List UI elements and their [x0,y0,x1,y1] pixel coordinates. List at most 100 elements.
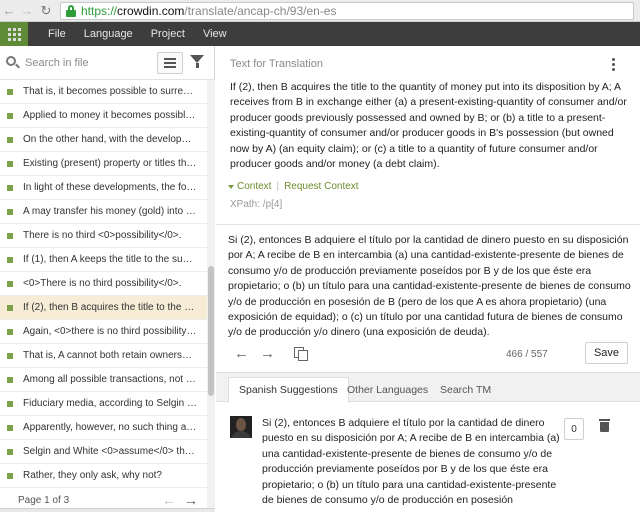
list-item[interactable]: Apparently, however, no such thing as "m… [0,416,207,440]
translation-textarea[interactable]: Si (2), entonces B adquiere el título po… [228,233,632,341]
list-item[interactable]: If (2), then B acquires the title to the… [0,296,207,320]
translated-status-icon [7,376,13,383]
char-counter: 466 / 557 [506,349,548,360]
string-text: Selgin and White <0>assume</0> the exi..… [23,446,197,457]
source-text: If (2), then B acquires the title to the… [230,81,627,171]
request-context-link[interactable]: Request Context [284,181,359,192]
translated-status-icon [7,304,13,311]
search-input[interactable] [25,56,143,69]
next-string-arrow-icon[interactable]: → [260,345,275,362]
prev-page-arrow-icon[interactable]: ← [162,492,176,508]
list-item[interactable]: Applied to money it becomes possible th.… [0,104,207,128]
url-path: /translate/ancap-ch/93/en-es [184,4,337,18]
list-item[interactable]: Rather, they only ask, why not? [0,464,207,488]
translated-status-icon [7,256,13,263]
string-text: If (1), then A keeps the title to the su… [23,254,197,265]
caret-down-icon [228,184,234,189]
suggestion-text[interactable]: Si (2), entonces B adquiere el título po… [262,416,562,508]
tab-search-tm[interactable]: Search TM [430,377,501,403]
context-separator: | [276,181,280,192]
suggestion-item[interactable]: Si (2), entonces B adquiere el título po… [216,408,640,512]
list-item[interactable]: There is no third <0>possibility</0>. [0,224,207,248]
copy-source-icon[interactable] [294,347,308,361]
string-text: In light of these developments, the foll… [23,182,197,193]
list-item[interactable]: Selgin and White <0>assume</0> the exi..… [0,440,207,464]
translated-status-icon [7,328,13,335]
string-text: Applied to money it becomes possible th.… [23,110,197,121]
list-item[interactable]: Existing (present) property or titles th… [0,152,207,176]
app-menubar: File Language Project View [0,22,640,46]
sidebar-scrollbar[interactable] [207,80,215,512]
divider [216,224,640,225]
search-icon [6,55,20,70]
list-item[interactable]: Again, <0>there is no third possibility<… [0,320,207,344]
string-text: Apparently, however, no such thing as "m… [23,422,197,433]
translated-status-icon [7,184,13,191]
vote-count[interactable]: 0 [564,418,584,440]
xpath-label: XPath: /p[4] [230,199,283,210]
source-section-title: Text for Translation [230,58,323,70]
string-text: Fiduciary media, according to Selgin and… [23,398,197,409]
list-item[interactable]: In light of these developments, the foll… [0,176,207,200]
translated-status-icon [7,160,13,167]
url-host: crowdin.com [117,4,185,18]
list-item[interactable]: If (1), then A keeps the title to the su… [0,248,207,272]
string-text: There is no third <0>possibility</0>. [23,230,182,241]
context-toggle[interactable]: Context [237,181,271,192]
list-item[interactable]: A may transfer his money (gold) into B's… [0,200,207,224]
suggestion-tabs: Spanish Suggestions Other Languages Sear… [216,372,640,403]
reload-icon[interactable]: ↻ [36,3,56,19]
string-text: Among all possible transactions, not one… [23,374,197,385]
menu-view[interactable]: View [203,28,227,40]
string-text: A may transfer his money (gold) into B's… [23,206,197,217]
menu-project[interactable]: Project [151,28,185,40]
string-text: Rather, they only ask, why not? [23,470,162,481]
editor-panel: Text for Translation If (2), then B acqu… [216,46,640,512]
string-text: That is, it becomes possible to surrende… [23,86,197,97]
translated-status-icon [7,448,13,455]
string-text: Existing (present) property or titles th… [23,158,197,169]
save-button[interactable]: Save [585,342,628,364]
list-item[interactable]: That is, it becomes possible to surrende… [0,80,207,104]
more-options-icon[interactable] [612,58,616,71]
translated-status-icon [7,400,13,407]
context-row: Context | Request Context [228,181,359,192]
list-item[interactable]: <0>There is no third possibility</0>. [0,272,207,296]
string-text: <0>There is no third possibility</0>. [23,278,182,289]
forward-arrow-icon[interactable]: → [18,3,36,18]
tab-spanish-suggestions[interactable]: Spanish Suggestions [228,377,349,403]
list-item[interactable]: That is, A cannot both retain ownership … [0,344,207,368]
app-grid-icon[interactable] [0,22,28,46]
string-text: That is, A cannot both retain ownership … [23,350,197,361]
page-indicator: Page 1 of 3 [18,494,70,506]
menu-file[interactable]: File [48,28,66,40]
translated-status-icon [7,232,13,239]
url-scheme: https:// [81,4,118,18]
tab-other-languages[interactable]: Other Languages [337,377,438,403]
string-text: Again, <0>there is no third possibility<… [23,326,197,337]
editor-toolbar: ← → 466 / 557 Save [216,341,640,369]
menu-language[interactable]: Language [84,28,133,40]
browser-toolbar: ← → ↻ https://crowdin.com/translate/anca… [0,0,640,22]
strings-sidebar: That is, it becomes possible to surrende… [0,46,215,512]
list-view-button[interactable] [157,52,183,74]
next-page-arrow-icon[interactable]: → [184,492,198,508]
previous-string-arrow-icon[interactable]: ← [234,345,249,362]
address-bar[interactable]: https://crowdin.com/translate/ancap-ch/9… [60,2,634,20]
status-bar [0,508,215,512]
sidebar-search-bar [0,46,214,80]
delete-icon[interactable] [599,419,610,433]
scrollbar-thumb[interactable] [208,266,214,396]
translated-status-icon [7,88,13,95]
translated-status-icon [7,136,13,143]
list-item[interactable]: Fiduciary media, according to Selgin and… [0,392,207,416]
translated-status-icon [7,112,13,119]
filter-icon[interactable] [190,55,204,69]
list-item[interactable]: Among all possible transactions, not one… [0,368,207,392]
list-item[interactable]: On the other hand, with the development.… [0,128,207,152]
back-arrow-icon[interactable]: ← [0,3,18,18]
strings-list: That is, it becomes possible to surrende… [0,80,207,488]
translated-status-icon [7,280,13,287]
translated-status-icon [7,472,13,479]
translated-status-icon [7,424,13,431]
